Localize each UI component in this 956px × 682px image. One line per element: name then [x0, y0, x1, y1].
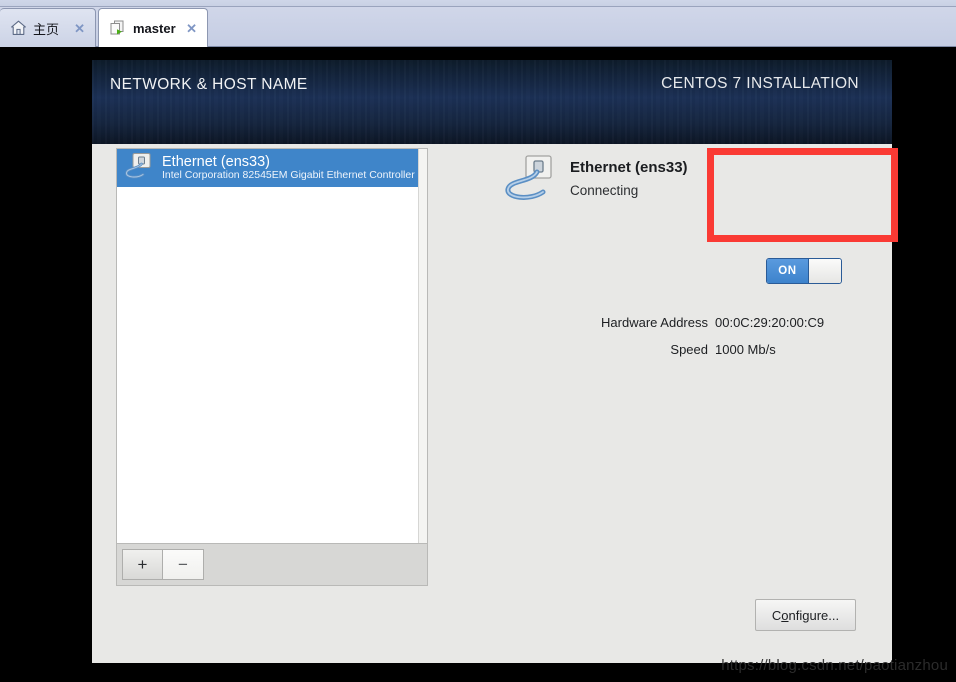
hardware-address-label: Hardware Address: [601, 315, 708, 330]
list-item-subtitle: Intel Corporation 82545EM Gigabit Ethern…: [162, 169, 422, 182]
virtual-machine-icon: [109, 20, 127, 37]
tab-bar-top-strip: [0, 0, 956, 7]
speed-value: 1000 Mb/s: [715, 342, 776, 357]
anaconda-installer-window: NETWORK & HOST NAME CENTOS 7 INSTALLATIO…: [92, 60, 892, 663]
installer-body: Ethernet (ens33) Intel Corporation 82545…: [92, 144, 892, 663]
toggle-on-label: ON: [767, 259, 808, 283]
list-item-text: Ethernet (ens33) Intel Corporation 82545…: [162, 154, 421, 182]
configure-button-label: Configure...: [771, 607, 840, 623]
tab-master-label: master: [133, 20, 176, 36]
ethernet-icon: [504, 154, 560, 204]
ethernet-icon: [124, 152, 154, 185]
add-device-button[interactable]: +: [122, 549, 163, 580]
hardware-address-value: 00:0C:29:20:00:C9: [715, 315, 825, 330]
device-list-toolbar: + −: [116, 544, 428, 586]
device-status: Connecting: [570, 182, 639, 198]
page-title: NETWORK & HOST NAME: [110, 76, 308, 93]
list-item[interactable]: Ethernet (ens33) Intel Corporation 82545…: [117, 149, 427, 187]
tab-home[interactable]: 主页 ✕: [0, 8, 96, 47]
device-list-scrollbar[interactable]: [418, 149, 427, 543]
tab-home-close-icon[interactable]: ✕: [74, 22, 85, 35]
watermark-text: https://blog.csdn.net/paotianzhou: [721, 657, 948, 674]
device-title: Ethernet (ens33): [570, 159, 688, 176]
device-detail-names: Ethernet (ens33) Connecting: [570, 154, 688, 198]
vm-tab-bar: 主页 ✕ master ✕: [0, 0, 956, 47]
device-on-off-toggle[interactable]: ON: [766, 258, 842, 284]
toggle-knob[interactable]: [808, 259, 841, 283]
hardware-address-field: Hardware Address 00:0C:29:20:00:C9: [448, 315, 824, 330]
speed-label: Speed: [670, 342, 708, 357]
speed-field: Speed 1000 Mb/s: [448, 342, 775, 357]
configure-button[interactable]: Configure...: [755, 599, 856, 631]
device-detail-header: Ethernet (ens33) Connecting: [504, 154, 688, 204]
list-item-title: Ethernet (ens33): [162, 154, 271, 170]
network-device-list[interactable]: Ethernet (ens33) Intel Corporation 82545…: [116, 148, 428, 544]
tab-master-close-icon[interactable]: ✕: [186, 22, 197, 35]
tab-master[interactable]: master ✕: [98, 8, 208, 47]
screen-root: 主页 ✕ master ✕ NETWORK & HOST NAME CENTOS…: [0, 0, 956, 682]
configure-accel-letter: o: [781, 607, 789, 623]
remove-device-button[interactable]: −: [163, 549, 204, 580]
product-title: CENTOS 7 INSTALLATION: [661, 75, 859, 92]
tab-home-label: 主页: [33, 21, 60, 37]
home-icon: [10, 20, 27, 36]
installer-header: NETWORK & HOST NAME CENTOS 7 INSTALLATIO…: [92, 60, 892, 144]
